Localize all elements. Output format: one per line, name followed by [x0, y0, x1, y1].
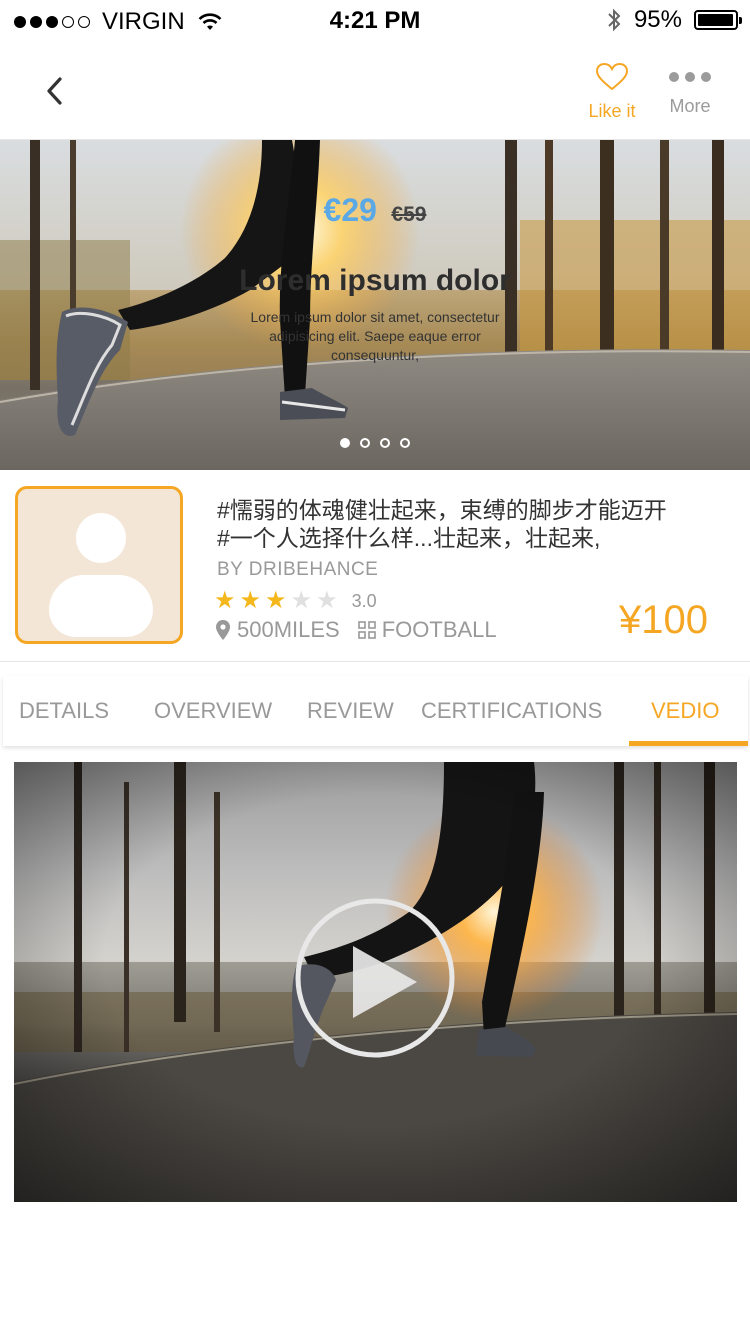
grid-icon — [357, 621, 376, 639]
star-rating: ★ ★ ★ ★ ★ 3.0 — [214, 589, 377, 613]
product-title-line2: #一个人选择什么样...壮起来，壮起来, — [217, 525, 601, 551]
star-icon: ★ — [316, 587, 338, 614]
product-title-line1: #懦弱的体魂健壮起来，束缚的脚步才能迈开 — [217, 497, 667, 523]
status-right: 95% — [606, 6, 742, 34]
battery-fill — [698, 14, 733, 26]
pager-dot[interactable] — [380, 438, 390, 448]
tab-certifications[interactable]: CERTIFICATIONS — [421, 676, 602, 746]
product-meta: 500MILES FOOTBALL — [215, 617, 497, 643]
more-button[interactable]: More — [650, 62, 730, 117]
pager-dot[interactable] — [360, 438, 370, 448]
video-player[interactable] — [14, 762, 737, 1202]
star-icon: ★ — [290, 587, 313, 614]
tab-review[interactable]: REVIEW — [307, 676, 394, 746]
play-icon[interactable] — [295, 898, 455, 1058]
avatar-body — [49, 575, 153, 637]
avatar[interactable] — [15, 486, 183, 644]
tab-bar: DETAILS OVERVIEW REVIEW CERTIFICATIONS V… — [3, 676, 748, 746]
tab-overview[interactable]: OVERVIEW — [154, 676, 272, 746]
star-icon: ★ — [239, 587, 262, 614]
location-pin-icon — [216, 620, 230, 640]
hero-title: Lorem ipsum dolor — [239, 264, 511, 297]
battery-percent: 95% — [633, 6, 682, 33]
product-card: #懦弱的体魂健壮起来，束缚的脚步才能迈开 #一个人选择什么样...壮起来，壮起来… — [0, 470, 750, 662]
pager-dot[interactable] — [340, 438, 350, 448]
bluetooth-icon — [608, 8, 621, 32]
distance: 500MILES — [237, 617, 340, 642]
category: FOOTBALL — [381, 617, 497, 642]
nav-bar: Like it More — [0, 42, 750, 140]
hero-price-row: €29 €59 — [0, 192, 750, 229]
product-title: #懦弱的体魂健壮起来，束缚的脚步才能迈开 #一个人选择什么样...壮起来，壮起来… — [217, 496, 737, 552]
like-button[interactable]: Like it — [572, 62, 652, 122]
tab-vedio[interactable]: VEDIO — [651, 676, 719, 746]
more-dots-icon — [650, 62, 730, 92]
like-label: Like it — [588, 101, 636, 121]
tab-details[interactable]: DETAILS — [19, 676, 109, 746]
pager-dot[interactable] — [400, 438, 410, 448]
product-author: BY DRIBEHANCE — [217, 559, 379, 580]
rating-value: 3.0 — [351, 590, 377, 611]
hero-price: €29 — [323, 192, 377, 228]
hero-runner-image — [0, 140, 750, 470]
status-bar: VIRGIN 4:21 PM 95% — [0, 0, 750, 42]
hero-banner[interactable]: €29 €59 Lorem ipsum dolor Lorem ipsum do… — [0, 140, 750, 470]
hero-old-price: €59 — [391, 203, 427, 226]
more-label: More — [669, 96, 711, 116]
hero-pager — [0, 438, 750, 448]
avatar-head — [76, 513, 126, 563]
star-icon: ★ — [214, 587, 236, 614]
tab-active-indicator — [629, 741, 748, 746]
hero-description: Lorem ipsum dolor sit amet, consectetur … — [250, 309, 500, 363]
heart-icon — [595, 62, 629, 91]
back-chevron-left-icon[interactable] — [40, 76, 70, 106]
product-price: ¥100 — [619, 598, 708, 642]
star-icon: ★ — [265, 587, 287, 614]
battery-icon — [694, 10, 742, 30]
